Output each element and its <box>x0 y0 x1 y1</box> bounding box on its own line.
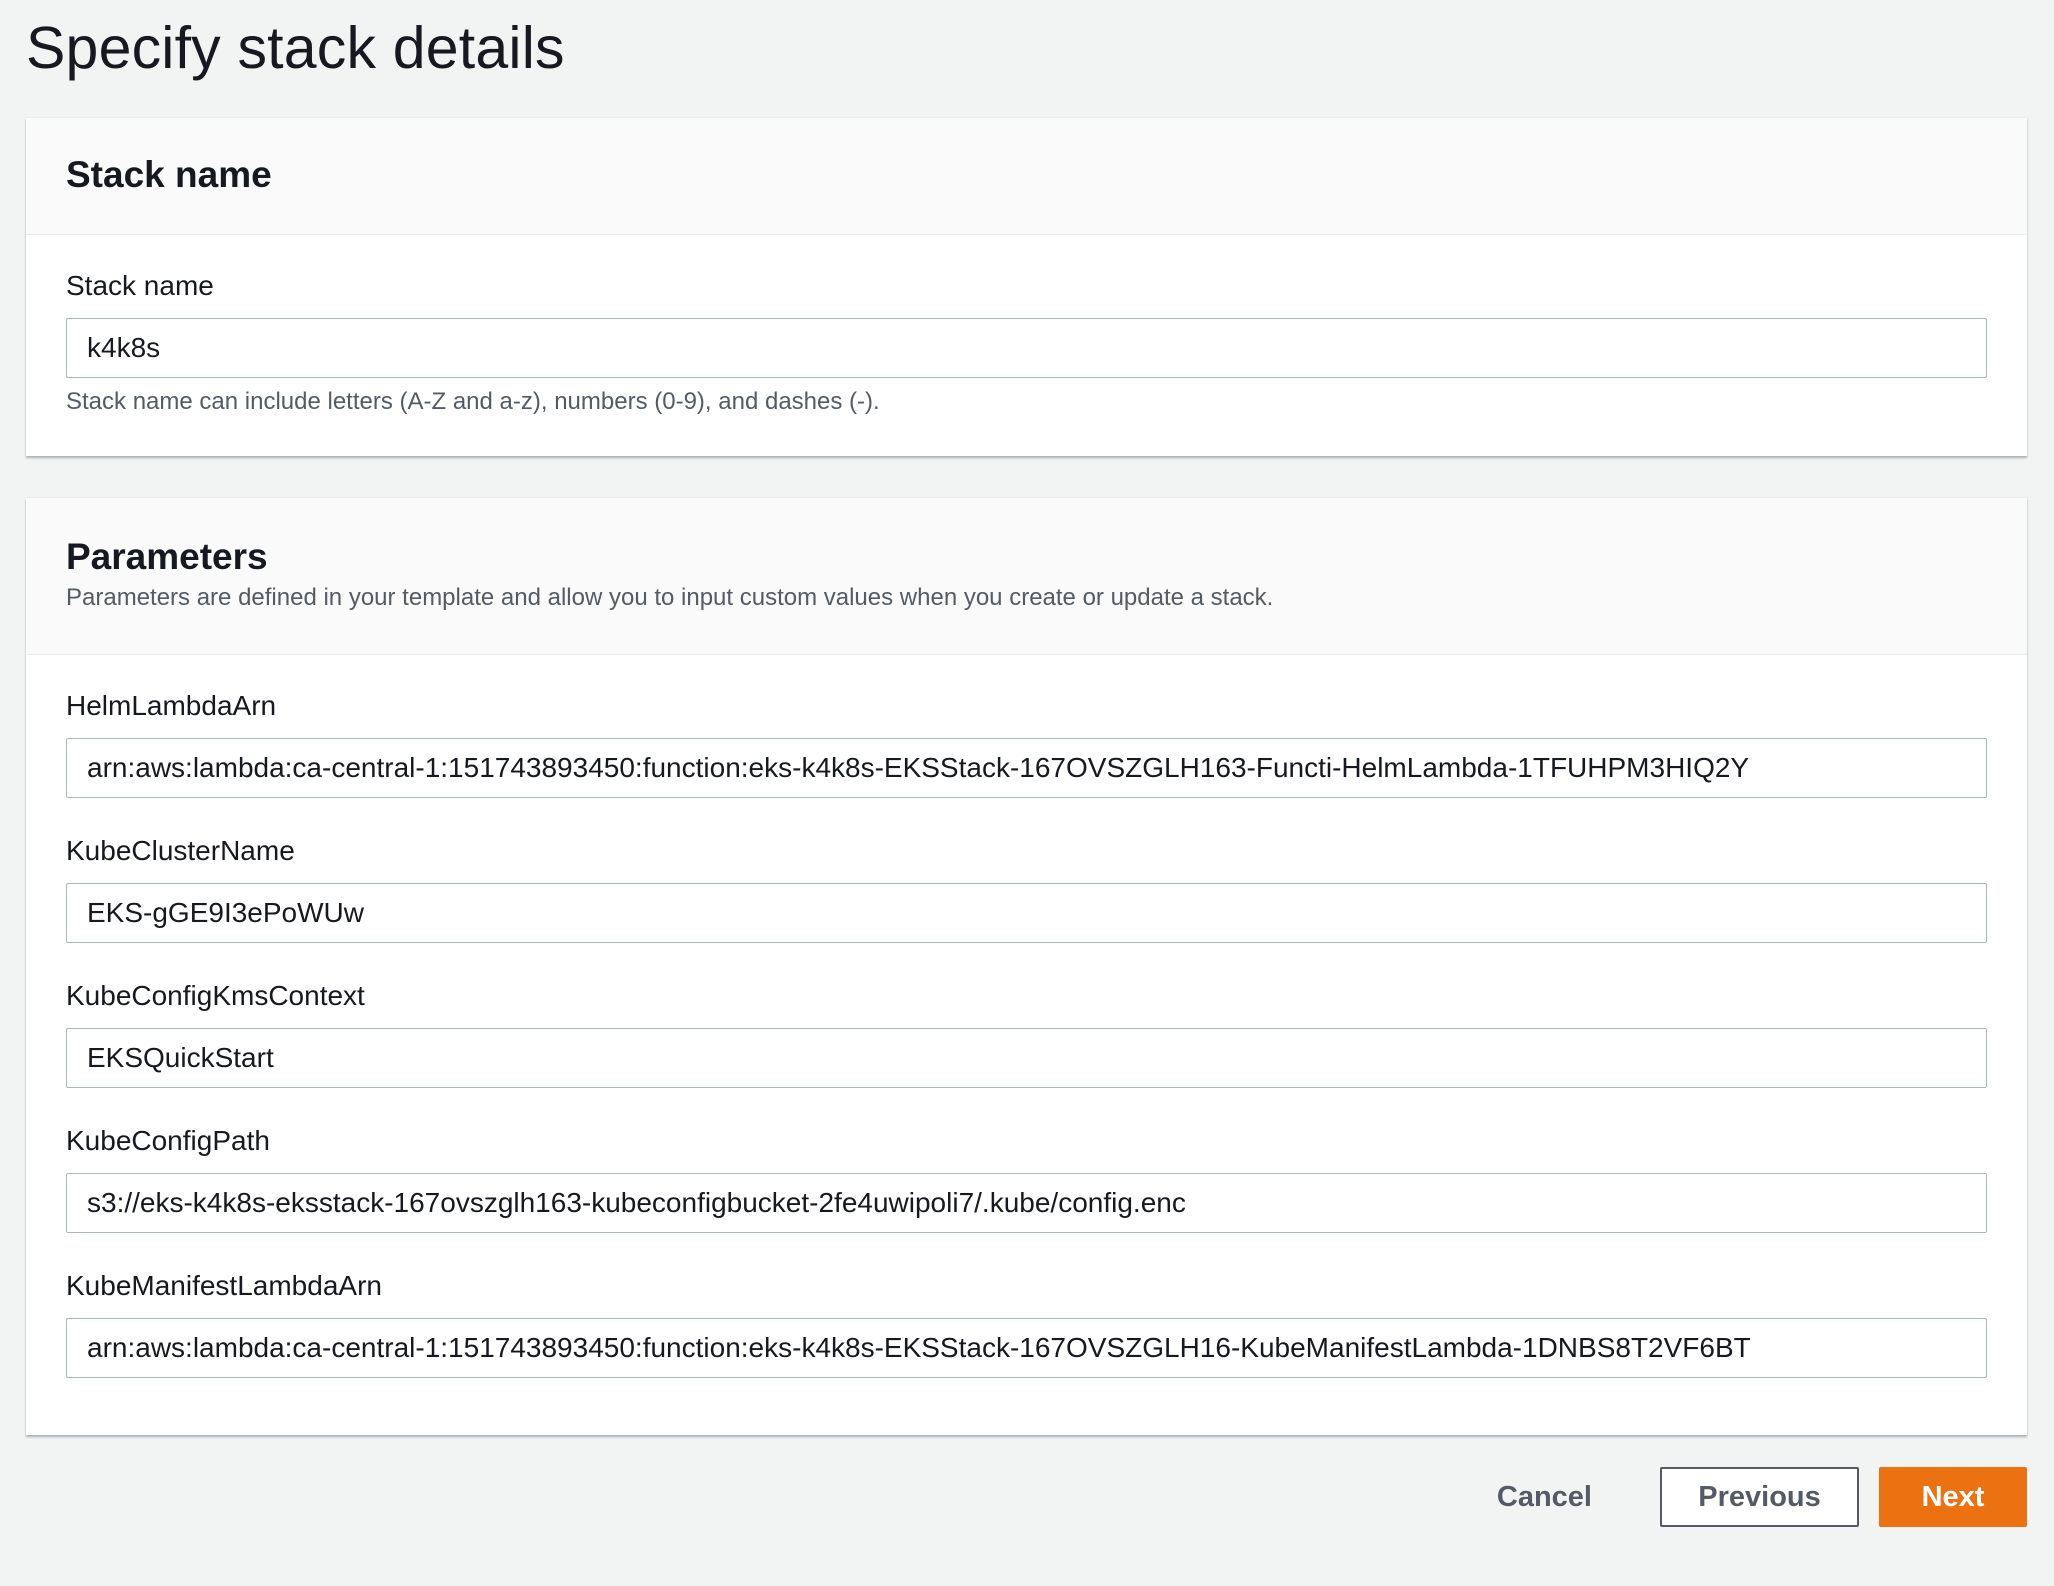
parameter-label-helm-lambda-arn: HelmLambdaArn <box>66 690 277 721</box>
parameter-label-kube-manifest-lambda-arn: KubeManifestLambdaArn <box>66 1270 382 1301</box>
stack-name-panel-title: Stack name <box>66 154 272 195</box>
parameter-input-kube-config-path[interactable] <box>66 1173 1987 1233</box>
previous-button[interactable]: Previous <box>1660 1467 1859 1527</box>
next-button[interactable]: Next <box>1879 1467 2027 1527</box>
parameter-input-kube-cluster-name[interactable] <box>66 883 1987 943</box>
parameter-input-kube-config-kms-context[interactable] <box>66 1028 1987 1088</box>
form-actions: Cancel Previous Next <box>1467 1467 2027 1527</box>
parameter-field: KubeConfigKmsContext <box>66 979 1987 1088</box>
parameter-label-kube-config-kms-context: KubeConfigKmsContext <box>66 980 365 1011</box>
parameter-label-kube-config-path: KubeConfigPath <box>66 1125 270 1156</box>
parameter-field: KubeConfigPath <box>66 1124 1987 1233</box>
stack-name-panel: Stack name Stack name Stack name can inc… <box>26 117 2027 456</box>
parameter-field: HelmLambdaArn <box>66 689 1987 798</box>
parameters-panel-description: Parameters are defined in your template … <box>66 584 1274 611</box>
page-title: Specify stack details <box>26 15 565 81</box>
parameters-panel-body: HelmLambdaArn KubeClusterName KubeConfig… <box>26 655 2027 1378</box>
cancel-button[interactable]: Cancel <box>1467 1467 1622 1527</box>
parameters-panel: Parameters Parameters are defined in you… <box>26 497 2027 1435</box>
stack-name-hint: Stack name can include letters (A-Z and … <box>66 388 880 415</box>
parameter-field: KubeManifestLambdaArn <box>66 1269 1987 1378</box>
parameter-input-kube-manifest-lambda-arn[interactable] <box>66 1318 1987 1378</box>
parameters-panel-header: Parameters Parameters are defined in you… <box>26 498 2027 655</box>
parameter-input-helm-lambda-arn[interactable] <box>66 738 1987 798</box>
stack-name-label: Stack name <box>66 270 214 301</box>
parameters-panel-title: Parameters <box>66 536 268 577</box>
parameter-field: KubeClusterName <box>66 834 1987 943</box>
parameter-label-kube-cluster-name: KubeClusterName <box>66 835 295 866</box>
stack-name-panel-header: Stack name <box>26 118 2027 235</box>
stack-name-panel-body: Stack name Stack name can include letter… <box>26 235 2027 416</box>
stack-name-input[interactable] <box>66 318 1987 378</box>
